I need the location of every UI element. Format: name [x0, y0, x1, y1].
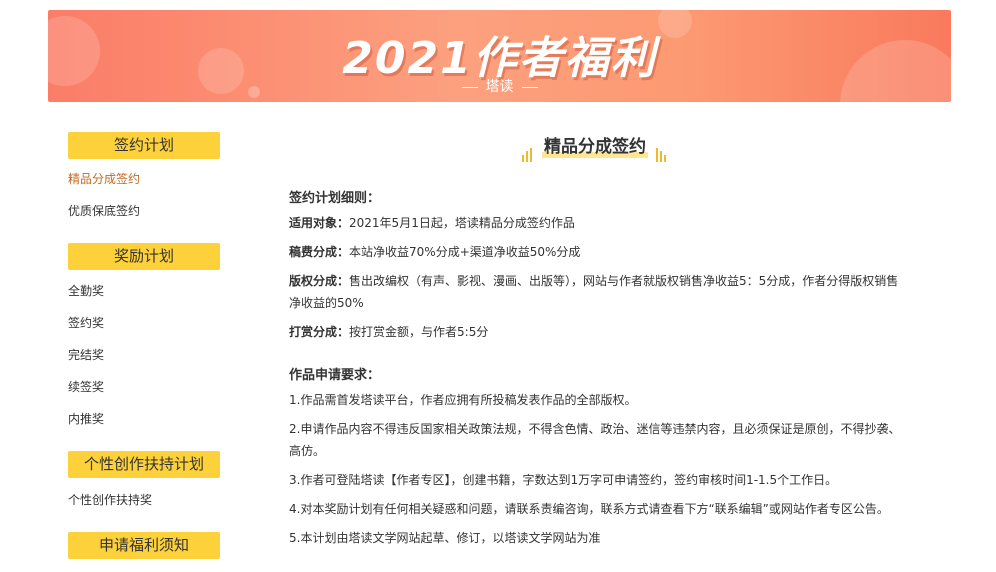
rule-tips: 打赏分成：按打赏金额，与作者5:5分 [289, 325, 489, 339]
sidebar-head-sign-plan: 签约计划 [68, 132, 220, 159]
sidebar-head-application-notes: 申请福利须知 [68, 532, 220, 559]
requirement-item: 1.作品需首发塔读平台，作者应拥有所投稿发表作品的全部版权。 [289, 393, 637, 407]
rule-target: 适用对象：2021年5月1日起，塔读精品分成签约作品 [289, 216, 575, 230]
sidebar-item-creative-support-award[interactable]: 个性创作扶持奖 [68, 484, 220, 516]
rule-royalty: 稿费分成：本站净收益70%分成+渠道净收益50%分成 [289, 245, 581, 259]
sidebar-item-attendance-award[interactable]: 全勤奖 [68, 275, 220, 307]
banner-subtitle: 塔读 [48, 76, 951, 96]
sidebar-item-guaranteed-contract[interactable]: 优质保底签约 [68, 195, 220, 227]
page-title: 精品分成签约 [289, 132, 901, 162]
requirement-item: 2.申请作品内容不得违反国家相关政策法规，不得含色情、政治、迷信等违禁内容，且必… [289, 422, 901, 458]
rule-copyright: 版权分成：售出改编权（有声、影视、漫画、出版等），网站与作者就版权销售净收益5：… [289, 274, 899, 310]
requirement-item: 3.作者可登陆塔读【作者专区】，创建书籍，字数达到1万字可申请签约，签约审核时间… [289, 473, 838, 487]
sidebar-item-renewal-award[interactable]: 续签奖 [68, 371, 220, 403]
title-bars-right-icon [656, 132, 668, 162]
requirement-item: 4.对本奖励计划有任何相关疑惑和问题，请联系责编咨询，联系方式请查看下方“联系编… [289, 502, 889, 516]
sidebar-nav: 签约计划 精品分成签约 优质保底签约 奖励计划 全勤奖 签约奖 完结奖 续签奖 … [68, 132, 220, 559]
rules-heading: 签约计划细则： [289, 191, 381, 206]
sidebar-item-completion-award[interactable]: 完结奖 [68, 339, 220, 371]
top-banner: 2021作者福利 塔读 [48, 10, 951, 102]
requirements-heading: 作品申请要求： [289, 368, 381, 383]
main-content: 精品分成签约 签约计划细则： 适用对象：2021年5月1日起，塔读精品分成签约作… [289, 132, 901, 549]
sidebar-head-creative-support: 个性创作扶持计划 [68, 451, 220, 478]
title-bars-left-icon [522, 132, 534, 162]
requirement-item: 5.本计划由塔读文学网站起草、修订，以塔读文学网站为准 [289, 531, 601, 545]
sidebar-item-referral-award[interactable]: 内推奖 [68, 403, 220, 435]
sidebar-head-reward-plan: 奖励计划 [68, 243, 220, 270]
sidebar-item-signing-award[interactable]: 签约奖 [68, 307, 220, 339]
sidebar-item-premium-share-contract[interactable]: 精品分成签约 [68, 163, 220, 195]
